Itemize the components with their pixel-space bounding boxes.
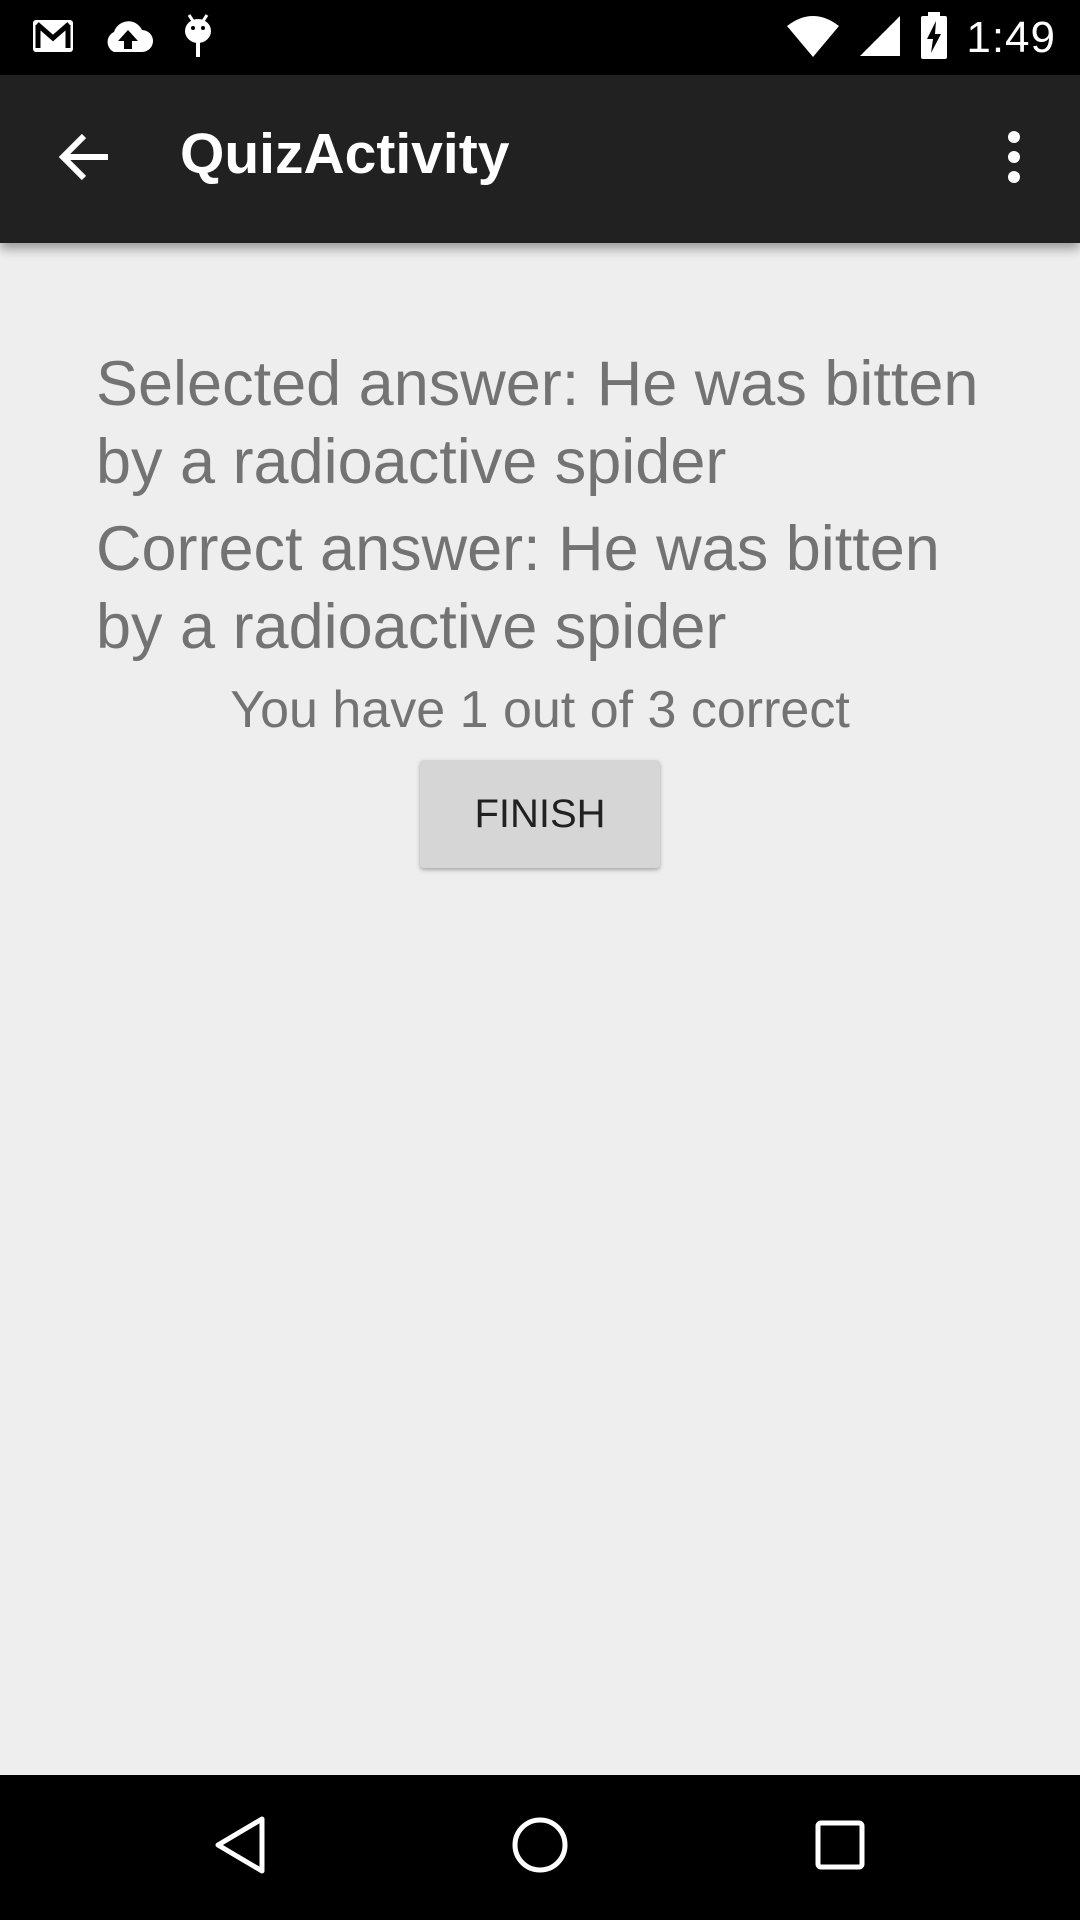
- gmail-icon: [32, 19, 74, 58]
- nav-home-button[interactable]: [504, 1811, 576, 1883]
- correct-answer-text: Correct answer: He was bitten by a radio…: [96, 514, 940, 662]
- status-right-icons: 1:49: [768, 10, 1056, 66]
- nav-back-icon: [212, 1815, 268, 1880]
- more-vert-icon: [1006, 130, 1022, 188]
- screen: 1:49 QuizActivity Selected answer: He wa…: [0, 0, 1080, 1920]
- status-time: 1:49: [966, 13, 1056, 62]
- wifi-icon: [786, 14, 840, 63]
- battery-charging-icon: [920, 11, 948, 65]
- nav-recents-button[interactable]: [804, 1811, 876, 1883]
- arrow-back-icon: [58, 133, 110, 186]
- nav-recents-icon: [814, 1819, 866, 1876]
- overflow-menu-button[interactable]: [978, 123, 1050, 195]
- quiz-result-content: Selected answer: He was bitten by a radi…: [0, 243, 1080, 1775]
- back-button[interactable]: [48, 123, 120, 195]
- selected-answer-text: Selected answer: He was bitten by a radi…: [96, 349, 979, 497]
- score-text: You have 1 out of 3 correct: [230, 681, 850, 739]
- status-left-icons: [32, 13, 242, 64]
- nav-home-icon: [511, 1816, 569, 1879]
- android-debug-icon: [182, 13, 214, 64]
- cell-signal-icon: [858, 14, 902, 63]
- cloud-upload-icon: [102, 18, 154, 59]
- app-bar: QuizActivity: [0, 75, 1080, 243]
- status-bar: 1:49: [0, 0, 1080, 75]
- finish-button[interactable]: FINISH: [420, 760, 660, 868]
- nav-back-button[interactable]: [204, 1811, 276, 1883]
- page-title: QuizActivity: [180, 122, 510, 186]
- nav-bar: [0, 1775, 1080, 1920]
